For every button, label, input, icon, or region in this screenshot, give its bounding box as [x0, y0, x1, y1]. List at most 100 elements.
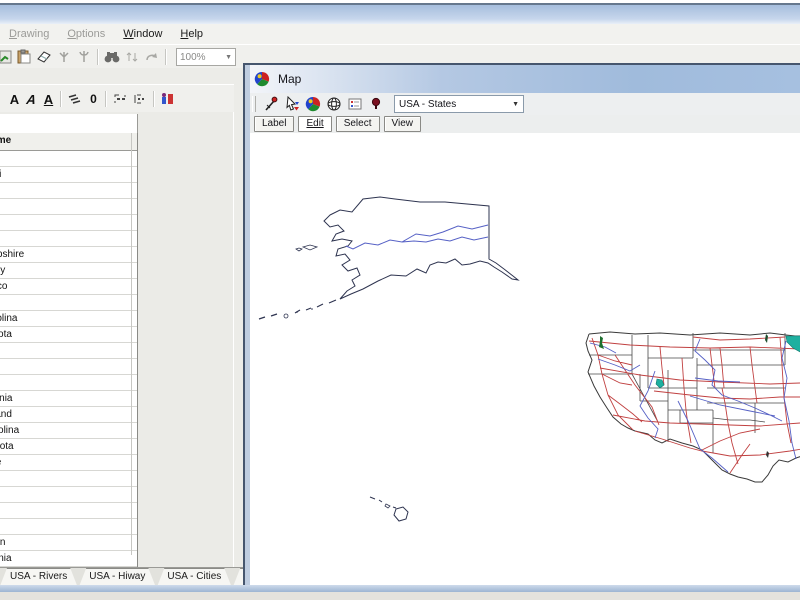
app-title-bar: [0, 0, 800, 24]
sheet-tabs: USA - RiversUSA - HiwayUSA - CitiesUSA -…: [0, 567, 243, 586]
selection-brackets-icon[interactable]: [110, 90, 130, 108]
table-row[interactable]: Virginia: [0, 519, 137, 535]
layer-selector[interactable]: USA - States ▼: [394, 95, 524, 113]
green-marker-north: [765, 334, 768, 343]
pin-disabled-icon[interactable]: [54, 48, 74, 66]
table-row[interactable]: Vermont: [0, 503, 137, 519]
layers-icon[interactable]: [65, 90, 85, 108]
window-bottom-border: [0, 585, 800, 592]
underline-button[interactable]: A: [40, 92, 57, 107]
table-row[interactable]: North Dakota: [0, 327, 137, 343]
document-icon[interactable]: [0, 48, 14, 66]
align-brackets-icon[interactable]: [130, 90, 150, 108]
select-pointer-icon[interactable]: [281, 95, 302, 113]
table-row[interactable]: South Carolina: [0, 423, 137, 439]
map-mode-tab[interactable]: View: [384, 116, 422, 132]
continental-us: [586, 332, 800, 482]
chevron-down-icon: ▼: [512, 101, 519, 108]
zoom-combobox[interactable]: 100% ▼: [176, 48, 236, 66]
table-row[interactable]: Washington: [0, 535, 137, 551]
menu-bar: DrawingOptionsWindowHelp: [0, 24, 800, 44]
table-row[interactable]: Oregon: [0, 375, 137, 391]
dark-marker-gulf: [766, 451, 769, 458]
sort-arrows-disabled-icon[interactable]: [122, 48, 142, 66]
table-row[interactable]: Rhode Island: [0, 407, 137, 423]
table-row[interactable]: Tennessee: [0, 455, 137, 471]
sheet-tab[interactable]: USA - Hiway: [79, 568, 155, 586]
toolbar-separator: [97, 49, 99, 65]
zoom-red-icon[interactable]: [365, 95, 386, 113]
menu-item[interactable]: Window: [114, 26, 171, 42]
screen: DrawingOptionsWindowHelp 100% ▼ A A A: [0, 0, 800, 600]
menu-item[interactable]: Options: [58, 26, 114, 42]
toolbar-separator: [105, 91, 107, 107]
map-window: Map USA - States ▼: [243, 63, 800, 587]
format-toolbar: A A A 0: [0, 84, 234, 114]
map-app-icon: [254, 71, 270, 87]
rivers: [590, 339, 796, 472]
table-rows: MinnesotaMississippiMissouriMontanaNebra…: [0, 151, 137, 583]
paste-icon[interactable]: [14, 48, 34, 66]
states-table[interactable]: Name MinnesotaMississippiMissouriMontana…: [0, 133, 138, 584]
table-row[interactable]: New York: [0, 295, 137, 311]
table-row[interactable]: Mississippi: [0, 167, 137, 183]
table-row[interactable]: Nevada: [0, 231, 137, 247]
table-row[interactable]: South Dakota: [0, 439, 137, 455]
alaska-outline: [259, 197, 518, 319]
usa-map-graphic: [250, 133, 800, 585]
column-header[interactable]: Name: [0, 133, 137, 151]
pane-edge: [233, 112, 234, 600]
table-row[interactable]: Montana: [0, 199, 137, 215]
worksheet-pane: A A A 0 Name MinnesotaMississippiMis: [0, 68, 243, 600]
map-canvas[interactable]: [250, 133, 800, 585]
table-row[interactable]: Texas: [0, 471, 137, 487]
menu-item[interactable]: Help: [171, 26, 212, 42]
binoculars-icon[interactable]: [102, 48, 122, 66]
table-row[interactable]: New Mexico: [0, 279, 137, 295]
map-window-title: Map: [278, 72, 301, 86]
map-mode-tab[interactable]: Select: [336, 116, 380, 132]
screen-bottom-strip: [0, 592, 800, 600]
great-salt-lake: [656, 379, 664, 388]
table-row[interactable]: Nebraska: [0, 215, 137, 231]
table-row[interactable]: Ohio: [0, 343, 137, 359]
table-row[interactable]: New Jersey: [0, 263, 137, 279]
map-toolbar: USA - States ▼: [250, 93, 800, 116]
zoom-value: 100%: [180, 52, 206, 63]
table-row[interactable]: Oklahoma: [0, 359, 137, 375]
toolbar-separator: [153, 91, 155, 107]
sheet-top-band: [0, 114, 138, 134]
table-row[interactable]: Minnesota: [0, 151, 137, 167]
toolbar-grip[interactable]: [252, 96, 256, 112]
table-row[interactable]: North Carolina: [0, 311, 137, 327]
hawaii-outline: [370, 497, 408, 521]
table-row[interactable]: West Virginia: [0, 551, 137, 567]
table-row[interactable]: Pennsylvania: [0, 391, 137, 407]
eraser-icon[interactable]: [34, 48, 54, 66]
redo-disabled-icon[interactable]: [142, 48, 162, 66]
table-row[interactable]: Utah: [0, 487, 137, 503]
chevron-down-icon: ▼: [225, 54, 232, 61]
toolbar-separator: [165, 49, 167, 65]
zero-format-button[interactable]: 0: [85, 92, 102, 106]
table-row[interactable]: New Hampshire: [0, 247, 137, 263]
sheet-tab[interactable]: USA - Rivers: [0, 568, 77, 586]
map-mode-tab[interactable]: Edit: [298, 116, 331, 132]
map-title-bar[interactable]: Map: [250, 65, 800, 93]
column-gridline: [131, 133, 132, 555]
menu-item[interactable]: Drawing: [0, 26, 58, 42]
map-mode-tabs: LabelEdit SelectView: [250, 115, 800, 133]
colored-globe-icon[interactable]: [302, 95, 323, 113]
toolbar-separator: [60, 91, 62, 107]
pin-tool-icon[interactable]: [260, 95, 281, 113]
sheet-tab[interactable]: USA - L: [233, 568, 243, 586]
lake-superior: [786, 336, 800, 353]
table-row[interactable]: Missouri: [0, 183, 137, 199]
sheet-tab[interactable]: USA - Cities: [157, 568, 231, 586]
chart-colored-icon[interactable]: [158, 90, 178, 108]
wire-globe-icon[interactable]: [323, 95, 344, 113]
pin2-disabled-icon[interactable]: [74, 48, 94, 66]
legend-icon[interactable]: [344, 95, 365, 113]
map-mode-tab[interactable]: Label: [254, 116, 294, 132]
layer-selector-value: USA - States: [399, 99, 456, 110]
